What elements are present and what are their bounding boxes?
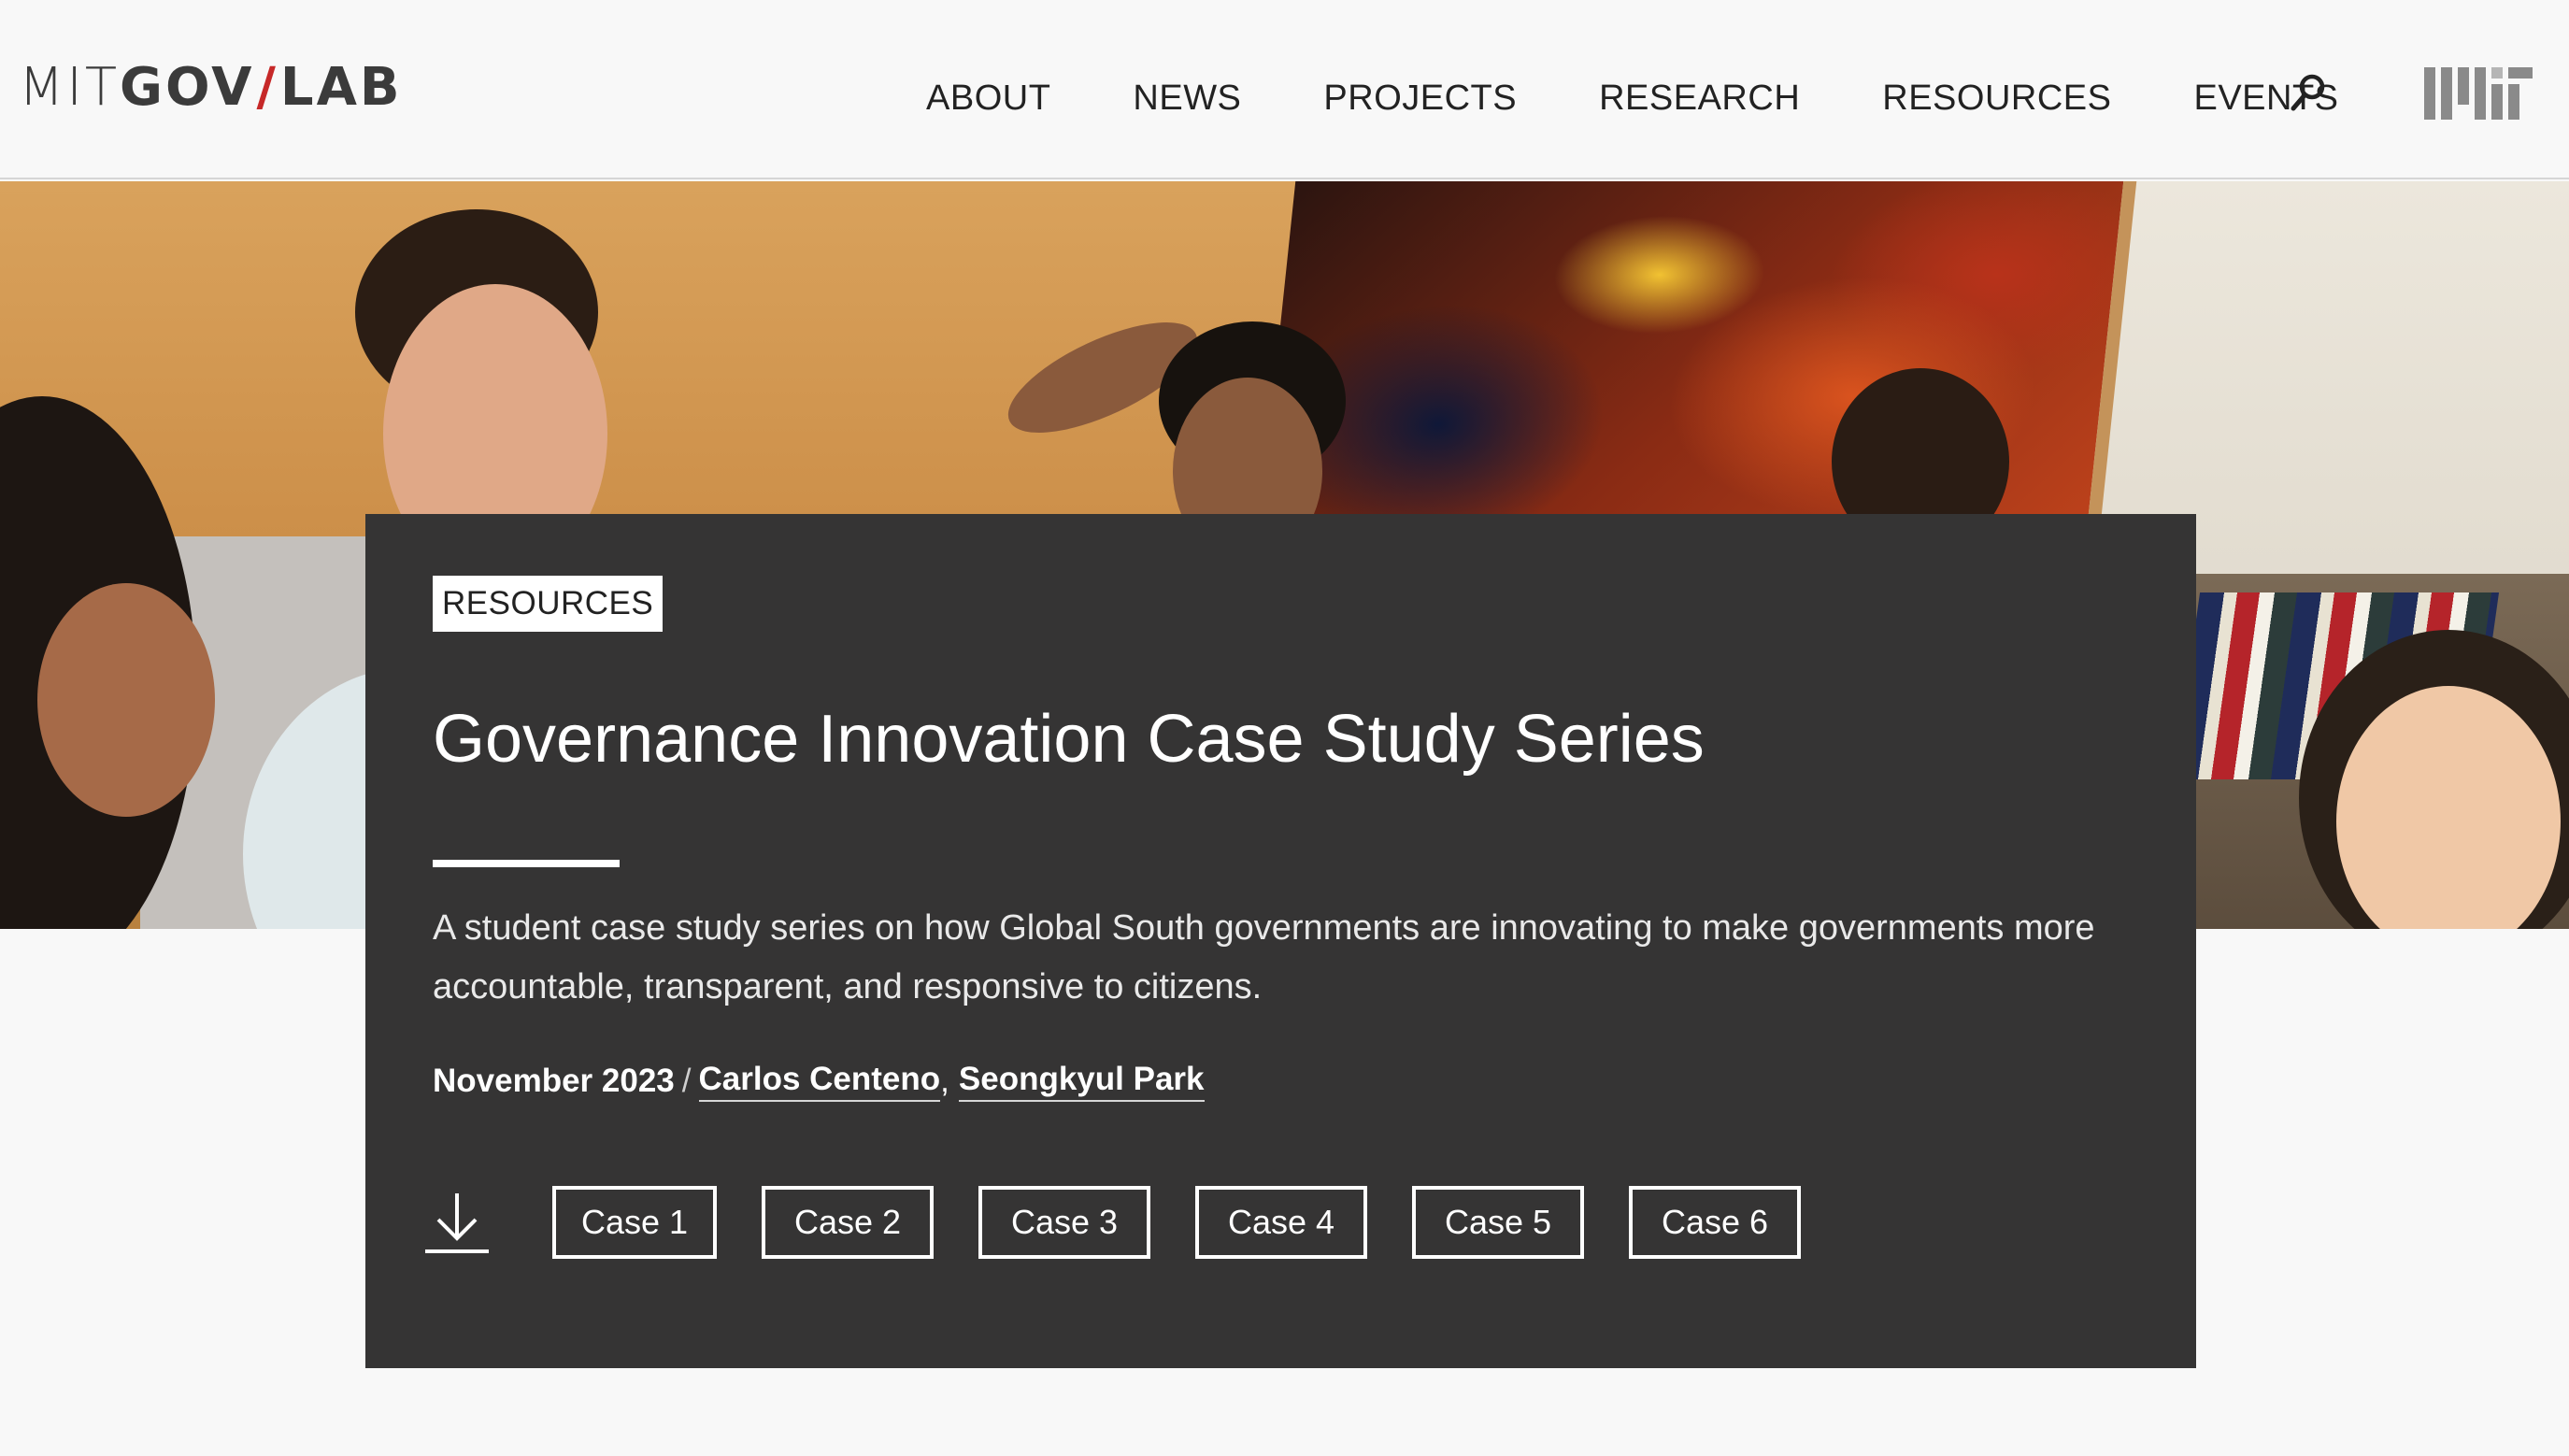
site-header: MIT GOV / LAB ABOUT NEWS PROJECTS RESEAR… <box>0 0 2569 179</box>
case-3-button[interactable]: Case 3 <box>978 1186 1150 1259</box>
download-icon <box>421 1190 492 1255</box>
category-badge[interactable]: RESOURCES <box>433 576 664 632</box>
case-4-button[interactable]: Case 4 <box>1195 1186 1367 1259</box>
search-icon[interactable] <box>2288 71 2329 114</box>
page-title: Governance Innovation Case Study Series <box>433 702 1705 777</box>
author-link-carlos-centeno[interactable]: Carlos Centeno <box>698 1061 941 1102</box>
logo-slash: / <box>256 56 278 118</box>
nav-item-about[interactable]: ABOUT <box>926 79 1050 119</box>
logo-part-mit: MIT <box>19 56 121 118</box>
case-6-button[interactable]: Case 6 <box>1629 1186 1801 1259</box>
title-divider <box>433 860 620 867</box>
publish-date: November 2023 <box>433 1063 675 1099</box>
case-5-button[interactable]: Case 5 <box>1412 1186 1584 1259</box>
nav-item-resources[interactable]: RESOURCES <box>1882 79 2111 119</box>
logo-part-gov: GOV <box>120 56 255 118</box>
mit-logo[interactable] <box>2424 67 2533 120</box>
nav-item-projects[interactable]: PROJECTS <box>1323 79 1517 119</box>
byline-separator: / <box>681 1063 692 1099</box>
description: A student case study series on how Globa… <box>433 908 2095 1006</box>
case-2-button[interactable]: Case 2 <box>762 1186 934 1259</box>
site-logo[interactable]: MIT GOV / LAB <box>19 54 403 120</box>
main-nav: ABOUT NEWS PROJECTS RESEARCH RESOURCES E… <box>926 65 2339 131</box>
author-link-seongkyul-park[interactable]: Seongkyul Park <box>958 1061 1205 1102</box>
author-comma: , <box>940 1063 949 1099</box>
nav-item-research[interactable]: RESEARCH <box>1599 79 1800 119</box>
logo-part-lab: LAB <box>279 56 403 118</box>
case-1-button[interactable]: Case 1 <box>552 1186 717 1259</box>
nav-item-news[interactable]: NEWS <box>1133 79 1241 119</box>
byline: November 2023 / Carlos Centeno , Seongky… <box>433 1058 1205 1105</box>
case-downloads: Case 1 Case 2 Case 3 Case 4 Case 5 Case … <box>421 1185 1846 1260</box>
resource-card: RESOURCES Governance Innovation Case Stu… <box>365 514 2196 1368</box>
